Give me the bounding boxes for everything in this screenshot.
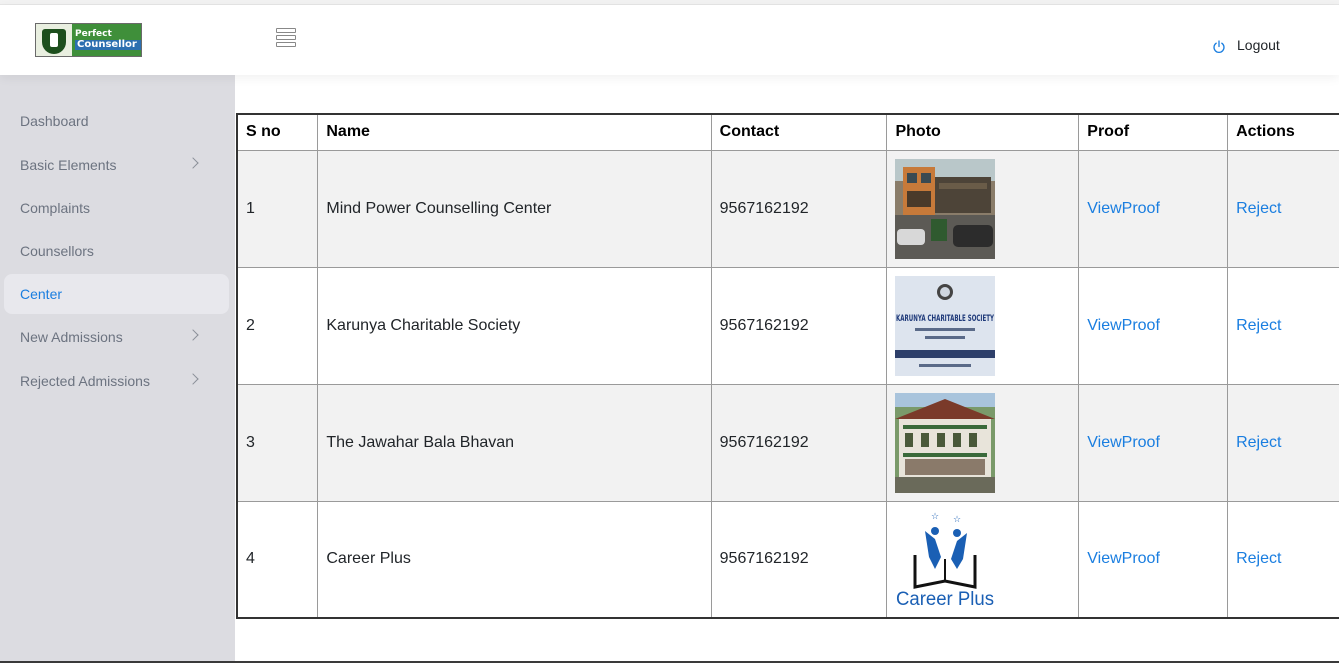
- sidebar-item-center[interactable]: Center: [4, 274, 229, 314]
- chevron-right-icon: [187, 329, 199, 341]
- reject-link[interactable]: Reject: [1236, 317, 1281, 334]
- col-header-contact: Contact: [710, 113, 888, 151]
- cell-photo: [886, 383, 1080, 502]
- chevron-right-icon: [187, 373, 199, 385]
- view-proof-link[interactable]: ViewProof: [1087, 200, 1160, 217]
- signboard-photo-icon: KARUNYA CHARITABLE SOCIETY: [895, 275, 996, 376]
- cell-sno: 4: [236, 500, 319, 619]
- chevron-right-icon: [187, 157, 199, 169]
- sidebar-item-label: Complaints: [20, 200, 91, 216]
- building-photo-icon: [895, 158, 996, 259]
- cell-name: Mind Power Counselling Center: [317, 149, 712, 268]
- col-header-name: Name: [317, 113, 712, 151]
- cell-proof: ViewProof: [1078, 149, 1229, 268]
- view-proof-link[interactable]: ViewProof: [1087, 550, 1160, 567]
- signboard-text: KARUNYA CHARITABLE SOCIETY: [896, 314, 995, 324]
- sidebar-item-counsellors[interactable]: Counsellors: [4, 231, 229, 271]
- cell-contact: 9567162192: [710, 500, 888, 619]
- sidebar: Dashboard Basic Elements Complaints Coun…: [0, 75, 235, 663]
- sidebar-item-rejected-admissions[interactable]: Rejected Admissions: [4, 361, 229, 401]
- cell-actions: Reject: [1227, 149, 1339, 268]
- center-photo[interactable]: KARUNYA CHARITABLE SOCIETY: [895, 275, 996, 376]
- brand-text: Perfect Counsellor: [75, 29, 141, 50]
- cell-actions: Reject: [1227, 500, 1339, 619]
- brand-emblem: [36, 24, 72, 56]
- col-header-sno: S no: [236, 113, 319, 151]
- reject-link[interactable]: Reject: [1236, 550, 1281, 567]
- table-row: 4 Career Plus 9567162192 ☆ ☆ Career Plus…: [236, 500, 1339, 619]
- center-photo[interactable]: [895, 158, 996, 259]
- building-photo-icon: [895, 392, 996, 493]
- cell-photo: [886, 149, 1080, 268]
- cell-photo: ☆ ☆ Career Plus: [886, 500, 1080, 619]
- cell-name: Karunya Charitable Society: [317, 266, 712, 385]
- center-photo[interactable]: ☆ ☆ Career Plus: [895, 509, 996, 610]
- star-icon: ☆: [931, 512, 939, 522]
- brand-line2: Counsellor: [75, 40, 141, 50]
- cell-sno: 2: [236, 266, 319, 385]
- table-row: 3 The Jawahar Bala Bhavan 9567162192 Vie…: [236, 383, 1339, 502]
- sidebar-item-basic-elements[interactable]: Basic Elements: [4, 145, 229, 185]
- table-header-row: S no Name Contact Photo Proof Actions: [236, 113, 1339, 151]
- career-plus-logo-icon: ☆ ☆ Career Plus: [895, 509, 996, 610]
- cell-contact: 9567162192: [710, 149, 888, 268]
- table-row: 2 Karunya Charitable Society 9567162192 …: [236, 266, 1339, 385]
- sidebar-item-label: Center: [20, 286, 63, 302]
- power-icon: [1213, 40, 1225, 53]
- view-proof-link[interactable]: ViewProof: [1087, 317, 1160, 334]
- cell-name: The Jawahar Bala Bhavan: [317, 383, 712, 502]
- sidebar-item-label: Rejected Admissions: [20, 373, 150, 389]
- reject-link[interactable]: Reject: [1236, 434, 1281, 451]
- cell-sno: 1: [236, 149, 319, 268]
- sidebar-item-dashboard[interactable]: Dashboard: [4, 101, 229, 141]
- cell-proof: ViewProof: [1078, 383, 1229, 502]
- logout-label: Logout: [1237, 36, 1280, 53]
- cell-contact: 9567162192: [710, 383, 888, 502]
- main-content: S no Name Contact Photo Proof Actions 1 …: [235, 75, 1339, 663]
- logout-button[interactable]: Logout: [1212, 35, 1280, 54]
- brand-logo[interactable]: Perfect Counsellor: [35, 23, 142, 57]
- cell-proof: ViewProof: [1078, 500, 1229, 619]
- col-header-proof: Proof: [1078, 113, 1229, 151]
- cell-photo: KARUNYA CHARITABLE SOCIETY: [886, 266, 1080, 385]
- sidebar-item-new-admissions[interactable]: New Admissions: [4, 317, 229, 357]
- view-proof-link[interactable]: ViewProof: [1087, 434, 1160, 451]
- shield-icon: [42, 29, 66, 54]
- sidebar-item-complaints[interactable]: Complaints: [4, 188, 229, 228]
- logo-text: Career Plus: [896, 589, 994, 609]
- center-photo[interactable]: [895, 392, 996, 493]
- sidebar-item-label: Basic Elements: [20, 157, 117, 173]
- brand-line1: Perfect: [75, 29, 112, 39]
- cell-name: Career Plus: [317, 500, 712, 619]
- cell-sno: 3: [236, 383, 319, 502]
- cell-proof: ViewProof: [1078, 266, 1229, 385]
- table-row: 1 Mind Power Counselling Center 95671621…: [236, 149, 1339, 268]
- top-navbar: Perfect Counsellor Logout: [0, 5, 1339, 75]
- cell-contact: 9567162192: [710, 266, 888, 385]
- cell-actions: Reject: [1227, 266, 1339, 385]
- menu-toggle-icon[interactable]: [276, 28, 296, 48]
- cell-actions: Reject: [1227, 383, 1339, 502]
- sidebar-item-label: Dashboard: [20, 113, 89, 129]
- col-header-photo: Photo: [886, 113, 1080, 151]
- col-header-actions: Actions: [1227, 113, 1339, 151]
- sidebar-item-label: Counsellors: [20, 243, 94, 259]
- centers-table: S no Name Contact Photo Proof Actions 1 …: [236, 113, 1339, 619]
- sidebar-item-label: New Admissions: [20, 329, 123, 345]
- star-icon: ☆: [953, 515, 961, 525]
- reject-link[interactable]: Reject: [1236, 200, 1281, 217]
